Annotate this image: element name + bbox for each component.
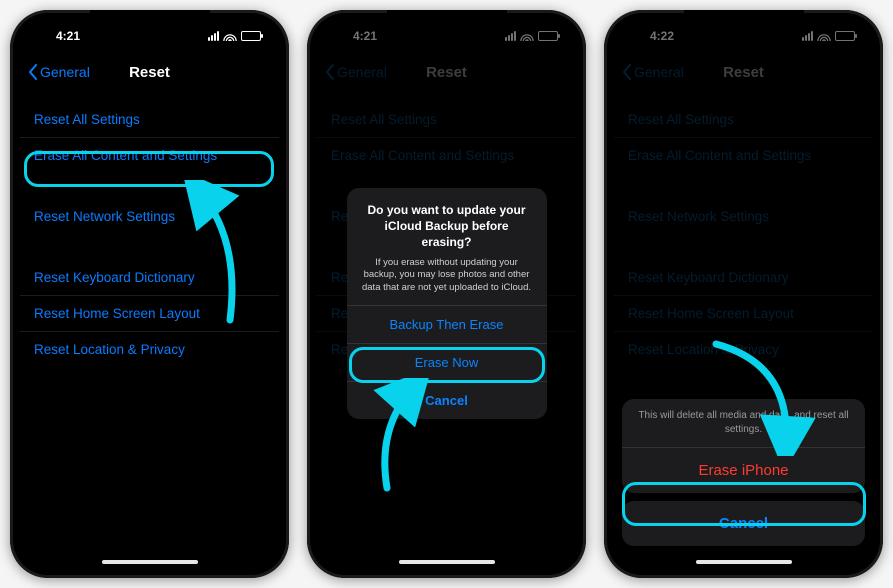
reset-location[interactable]: Reset Location & Privacy bbox=[20, 332, 279, 367]
group-3: Reset Keyboard Dictionary Reset Home Scr… bbox=[20, 260, 279, 367]
erase-all-content[interactable]: Erase All Content and Settings bbox=[20, 138, 279, 173]
sheet-primary: This will delete all media and data, and… bbox=[622, 399, 865, 493]
notch bbox=[90, 10, 210, 32]
back-button[interactable]: General bbox=[28, 64, 90, 80]
reset-keyboard[interactable]: Reset Keyboard Dictionary bbox=[20, 260, 279, 296]
icloud-backup-alert: Do you want to update your iCloud Backup… bbox=[347, 188, 547, 419]
screen: 4:22 General Reset Reset All Settings Er… bbox=[614, 20, 873, 568]
group-1: Reset All Settings Erase All Content and… bbox=[20, 102, 279, 173]
backup-then-erase-button[interactable]: Backup Then Erase bbox=[347, 305, 547, 343]
cancel-button[interactable]: Cancel bbox=[622, 501, 865, 546]
battery-icon bbox=[241, 31, 261, 41]
alert-message: If you erase without updating your backu… bbox=[359, 257, 535, 295]
home-indicator[interactable] bbox=[399, 560, 495, 564]
reset-home[interactable]: Reset Home Screen Layout bbox=[20, 296, 279, 332]
notch bbox=[387, 10, 507, 32]
phone-1: 4:21 General Reset Reset All Settings Er… bbox=[10, 10, 289, 578]
screen: 4:21 General Reset Reset All Settings Er… bbox=[20, 20, 279, 568]
status-icons bbox=[208, 31, 261, 41]
group-2: Reset Network Settings bbox=[20, 199, 279, 234]
erase-iphone-button[interactable]: Erase iPhone bbox=[622, 448, 865, 493]
cancel-button[interactable]: Cancel bbox=[347, 381, 547, 419]
screen: 4:21 General Reset Reset All Settings Er… bbox=[317, 20, 576, 568]
signal-icon bbox=[208, 31, 219, 41]
alert-title: Do you want to update your iCloud Backup… bbox=[359, 202, 535, 251]
phone-2: 4:21 General Reset Reset All Settings Er… bbox=[307, 10, 586, 578]
phone-3: 4:22 General Reset Reset All Settings Er… bbox=[604, 10, 883, 578]
home-indicator[interactable] bbox=[102, 560, 198, 564]
sheet-message: This will delete all media and data, and… bbox=[622, 399, 865, 448]
erase-now-button[interactable]: Erase Now bbox=[347, 343, 547, 381]
action-sheet: This will delete all media and data, and… bbox=[622, 399, 865, 554]
sheet-cancel-group: Cancel bbox=[622, 501, 865, 546]
home-indicator[interactable] bbox=[696, 560, 792, 564]
page-title: Reset bbox=[129, 64, 170, 81]
reset-all-settings[interactable]: Reset All Settings bbox=[20, 102, 279, 138]
chevron-left-icon bbox=[28, 64, 38, 80]
reset-network[interactable]: Reset Network Settings bbox=[20, 199, 279, 234]
settings-list: Reset All Settings Erase All Content and… bbox=[20, 102, 279, 367]
wifi-icon bbox=[223, 31, 237, 41]
nav-bar: General Reset bbox=[20, 52, 279, 92]
notch bbox=[684, 10, 804, 32]
status-time: 4:21 bbox=[38, 29, 98, 43]
alert-body: Do you want to update your iCloud Backup… bbox=[347, 188, 547, 305]
back-label: General bbox=[40, 64, 90, 80]
